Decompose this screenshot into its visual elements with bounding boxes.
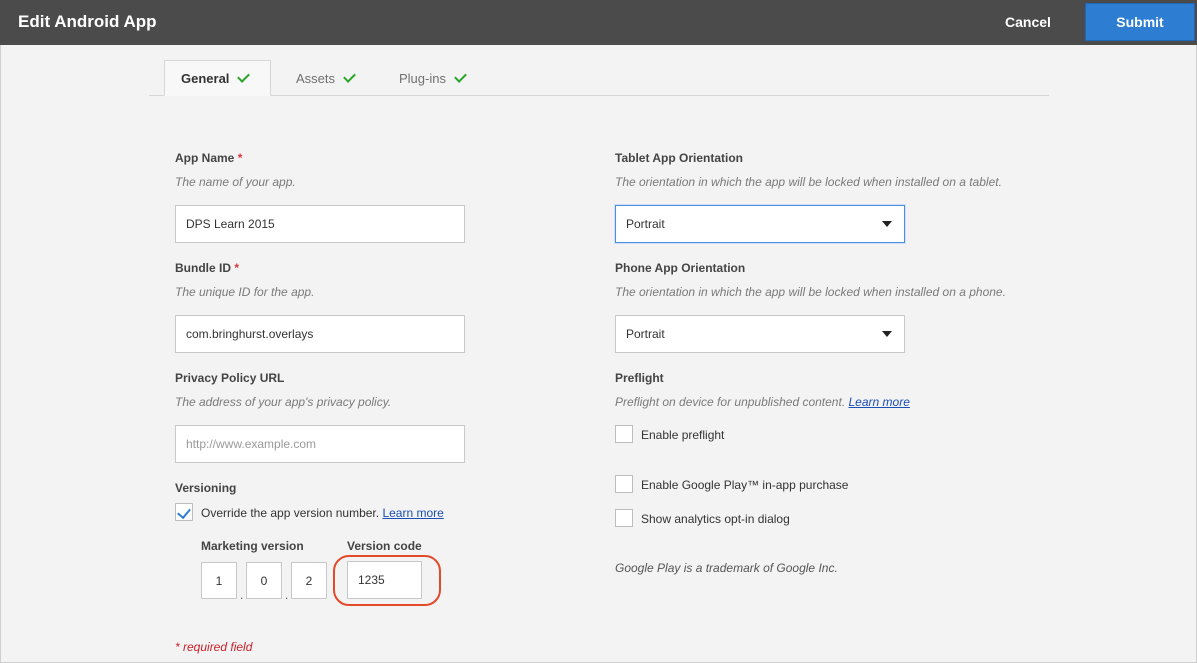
tablet-orientation-label: Tablet App Orientation	[615, 151, 743, 165]
marketing-version-patch[interactable]	[291, 562, 327, 599]
phone-orientation-description: The orientation in which the app will be…	[615, 285, 1006, 299]
submit-button[interactable]: Submit	[1085, 3, 1195, 41]
bundle-id-label: Bundle ID *	[175, 261, 239, 275]
tablet-orientation-description: The orientation in which the app will be…	[615, 175, 1002, 189]
tab-assets[interactable]: Assets	[296, 60, 356, 96]
versioning-learn-more-link[interactable]: Learn more	[382, 506, 443, 520]
marketing-version-minor[interactable]	[246, 562, 282, 599]
google-play-purchase-checkbox[interactable]	[615, 475, 633, 493]
tablet-orientation-select[interactable]: Portrait	[615, 205, 905, 243]
analytics-optin-checkbox[interactable]	[615, 509, 633, 527]
privacy-url-label: Privacy Policy URL	[175, 371, 285, 385]
marketing-version-major[interactable]	[201, 562, 237, 599]
annotation-highlight-ring	[333, 555, 441, 606]
checkmark-icon	[454, 69, 467, 83]
version-code-label: Version code	[347, 539, 422, 553]
app-name-input[interactable]	[175, 205, 465, 243]
tabs-divider	[149, 95, 1049, 96]
phone-orientation-select[interactable]: Portrait	[615, 315, 905, 353]
phone-orientation-value: Portrait	[626, 327, 665, 341]
preflight-learn-more-link[interactable]: Learn more	[849, 395, 910, 409]
tab-assets-label: Assets	[296, 70, 336, 86]
chevron-down-icon	[882, 331, 892, 337]
google-play-purchase-label: Enable Google Play™ in-app purchase	[641, 478, 849, 492]
phone-orientation-label: Phone App Orientation	[615, 261, 746, 275]
required-field-note: * required field	[175, 640, 253, 654]
override-version-label: Override the app version number.	[201, 506, 380, 520]
required-mark: *	[237, 151, 243, 165]
required-mark: *	[234, 261, 240, 275]
enable-preflight-label: Enable preflight	[641, 428, 725, 442]
tab-general[interactable]: General	[164, 60, 271, 96]
app-header: Edit Android App Cancel Submit	[0, 0, 1197, 45]
versioning-label: Versioning	[175, 481, 237, 495]
override-version-text: Override the app version number. Learn m…	[201, 506, 444, 520]
preflight-description: Preflight on device for unpublished cont…	[615, 395, 910, 409]
app-name-description: The name of your app.	[175, 175, 296, 189]
privacy-url-description: The address of your app's privacy policy…	[175, 395, 392, 409]
app-name-label-text: App Name	[175, 151, 235, 165]
version-separator: .	[240, 588, 244, 602]
app-name-label: App Name *	[175, 151, 242, 165]
cancel-button[interactable]: Cancel	[1005, 14, 1051, 30]
enable-preflight-checkbox[interactable]	[615, 425, 633, 443]
bundle-id-description: The unique ID for the app.	[175, 285, 315, 299]
trademark-note: Google Play is a trademark of Google Inc…	[615, 561, 838, 575]
preflight-label: Preflight	[615, 371, 664, 385]
chevron-down-icon	[882, 221, 892, 227]
checkmark-icon	[237, 69, 251, 83]
page-title: Edit Android App	[18, 12, 157, 31]
version-separator: .	[285, 588, 289, 602]
checkmark-icon	[343, 69, 356, 83]
marketing-version-label: Marketing version	[201, 539, 304, 553]
privacy-url-input[interactable]	[175, 425, 465, 463]
tab-plugins[interactable]: Plug-ins	[399, 60, 467, 96]
preflight-description-text: Preflight on device for unpublished cont…	[615, 395, 846, 409]
analytics-optin-label: Show analytics opt-in dialog	[641, 512, 790, 526]
tab-plugins-label: Plug-ins	[399, 70, 446, 86]
tablet-orientation-value: Portrait	[626, 217, 665, 231]
bundle-id-label-text: Bundle ID	[175, 261, 231, 275]
override-version-checkbox[interactable]	[175, 503, 193, 521]
tab-general-label: General	[181, 70, 230, 86]
bundle-id-input[interactable]	[175, 315, 465, 353]
